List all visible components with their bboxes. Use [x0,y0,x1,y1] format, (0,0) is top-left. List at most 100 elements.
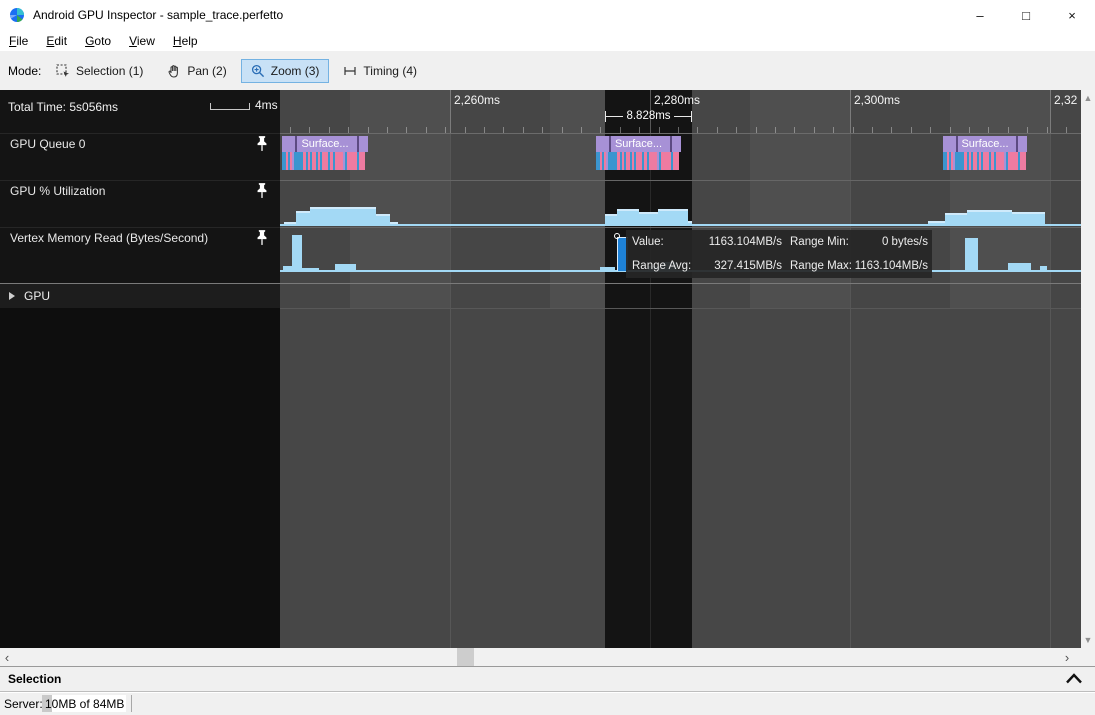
time-measurement: 8.828ms [605,109,692,123]
status-separator [131,695,132,712]
menu-goto[interactable]: Goto [76,32,120,50]
value-tooltip: Value:1163.104MB/sRange Min:0 bytes/sRan… [626,230,932,278]
tooltip-value: 0 bytes/s [882,236,928,248]
gpu-queue-stripes [282,152,368,170]
queue-slice [649,152,657,170]
timeline-band [350,90,450,308]
ruler-gridline [450,90,451,648]
minimize-button[interactable]: – [957,0,1003,30]
pin-icon[interactable] [255,135,269,152]
ruler-time-label: 2,280ms [654,93,700,107]
window-title: Android GPU Inspector - sample_trace.per… [33,8,283,22]
ruler-time-label: 2,300ms [854,93,900,107]
tooltip-label: Value: [632,236,664,248]
vertical-scrollbar[interactable] [1081,90,1095,648]
ruler-gridline [1050,90,1051,133]
status-bar: Server: 10MB of 84MB [0,693,1095,715]
timeline-band [950,90,1050,308]
vertex-read-bar [292,235,302,271]
ruler-gridline [650,90,651,648]
queue-slice [955,152,964,170]
slice-divider [670,136,672,152]
tooltip-label: Range Min: [790,236,849,248]
measurement-label: 8.828ms [623,110,673,122]
scroll-left-icon[interactable]: ‹ [0,648,14,666]
track-label-vertex-memory[interactable]: Vertex Memory Read (Bytes/Second) [10,231,240,245]
mode-label: Mode: [8,64,41,78]
gpu-queue-stripes [943,152,1027,170]
tooltip-label: Range Max: [790,260,852,272]
selection-panel: Selection [0,666,1095,692]
queue-slice [608,152,617,170]
hover-marker-icon [614,233,620,239]
tooltip-pair: Range Avg:327.415MB/s [632,260,782,272]
queue-slice [1008,152,1018,170]
queue-slice [1020,152,1026,170]
title-bar: Android GPU Inspector - sample_trace.per… [0,0,1095,30]
queue-slice [661,152,671,170]
selected-time-range [605,90,692,648]
slice-divider [357,136,359,152]
scale-label: 4ms [255,98,278,112]
toolbar: Mode: Selection (1)Pan (2)Zoom (3)Timing… [0,52,1095,90]
row-separator [280,308,1081,309]
vertex-read-bar [283,266,292,271]
tooltip-label: Range Avg: [632,260,691,272]
slice-divider [956,136,958,152]
expand-arrow-icon[interactable] [9,292,15,300]
horizontal-scrollbar[interactable] [0,648,1081,666]
server-label: Server: [4,697,43,711]
gpu-queue-slice-group[interactable]: Surface... [943,136,1027,170]
tooltip-row: Range Avg:327.415MB/s Range Max:1163.104M… [626,254,932,278]
zoom-mode-icon [251,64,265,78]
scroll-up-icon[interactable]: ▲ [1081,92,1095,104]
pin-icon[interactable] [255,182,269,199]
mode-button-pan[interactable]: Pan (2) [157,59,236,83]
queue-slice [294,152,303,170]
close-button[interactable]: × [1049,0,1095,30]
ruler-gridline [1050,90,1051,648]
vertex-read-bar [600,267,615,271]
slice-divider [609,136,611,152]
menu-help[interactable]: Help [164,32,207,50]
queue-slice [335,152,343,170]
row-separator [280,133,1081,134]
queue-slice [673,152,679,170]
menu-view[interactable]: View [120,32,164,50]
pin-icon[interactable] [255,229,269,246]
gpu-queue-slice-group[interactable]: Surface... [282,136,368,170]
menu-edit[interactable]: Edit [37,32,76,50]
memory-usage-text: 10MB of 84MB [45,697,124,711]
gpu-queue-slice-group[interactable]: Surface... [596,136,681,170]
maximize-button[interactable]: □ [1003,0,1049,30]
timeline: Total Time: 5s056ms 4ms GPU Queue 0 GPU … [0,90,1081,648]
group-row-gpu[interactable]: GPU [0,284,280,308]
menu-bar: FileEditGotoViewHelp [0,30,1095,52]
scrollbar-thumb[interactable] [457,648,474,666]
menu-file[interactable]: File [0,32,37,50]
chevron-up-icon[interactable] [1065,673,1083,684]
mode-button-selection[interactable]: Selection (1) [46,59,153,83]
server-memory-gauge: 10MB of 84MB [42,695,126,712]
tooltip-pair: Value:1163.104MB/s [632,236,782,248]
vertex-read-bar [1040,266,1047,271]
track-label-panel: Total Time: 5s056ms 4ms GPU Queue 0 GPU … [0,90,280,648]
selection-mode-icon [56,64,70,78]
ruler-gridline [450,90,451,133]
vertex-read-bar [1008,263,1031,271]
vertex-read-bar [965,238,978,271]
mode-button-timing[interactable]: Timing (4) [333,59,427,83]
row-separator [280,283,1081,284]
tooltip-pair: Range Max:1163.104MB/s [790,260,928,272]
pan-mode-icon [167,64,181,78]
track-label-gpu-utilization[interactable]: GPU % Utilization [10,184,240,198]
ruler-time-label: 2,32 [1054,93,1077,107]
mode-button-zoom[interactable]: Zoom (3) [241,59,330,83]
vertex-read-bar [302,268,319,271]
scroll-right-icon[interactable]: › [1060,648,1074,666]
track-label-gpu-queue[interactable]: GPU Queue 0 [10,137,240,151]
tooltip-value: 1163.104MB/s [855,260,928,272]
total-time-label: Total Time: 5s056ms [8,100,118,114]
track-canvas[interactable]: 2,260ms2,280ms2,300ms2,328.828msSurface.… [280,90,1081,648]
scroll-down-icon[interactable]: ▼ [1081,634,1095,646]
